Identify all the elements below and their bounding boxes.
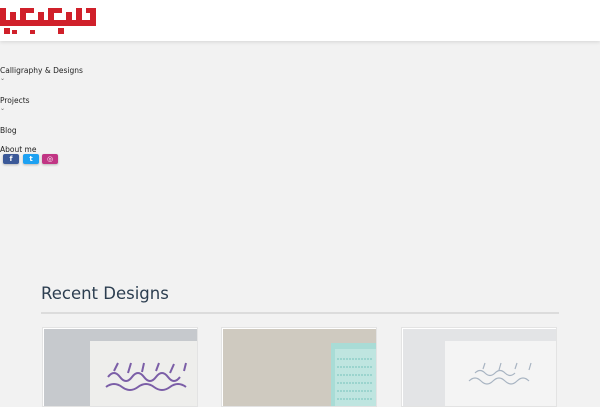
recent-designs-heading: Recent Designs <box>41 284 169 303</box>
site-header <box>0 0 600 41</box>
design-thumbnail <box>223 329 376 406</box>
nav-item-projects[interactable]: Projects <box>0 96 30 105</box>
logo-icon <box>0 8 96 34</box>
design-card-2[interactable] <box>221 327 377 407</box>
section-divider <box>41 312 559 314</box>
nav-item-blog[interactable]: Blog <box>0 126 17 135</box>
design-card-3[interactable] <box>401 327 557 407</box>
design-thumbnail <box>403 329 556 406</box>
site-logo[interactable] <box>0 4 96 36</box>
nav-item-calligraphy-designs[interactable]: Calligraphy & Designs <box>0 66 83 75</box>
facebook-icon[interactable]: f <box>3 154 19 164</box>
nav-item-about-me[interactable]: About me <box>0 145 36 154</box>
chevron-down-icon[interactable]: ⌄ <box>0 76 5 82</box>
design-thumbnail <box>44 329 197 406</box>
twitter-icon[interactable]: t <box>23 154 39 164</box>
instagram-icon[interactable]: ◎ <box>42 154 58 164</box>
design-card-1[interactable] <box>42 327 198 407</box>
chevron-down-icon[interactable]: ⌄ <box>0 106 5 112</box>
